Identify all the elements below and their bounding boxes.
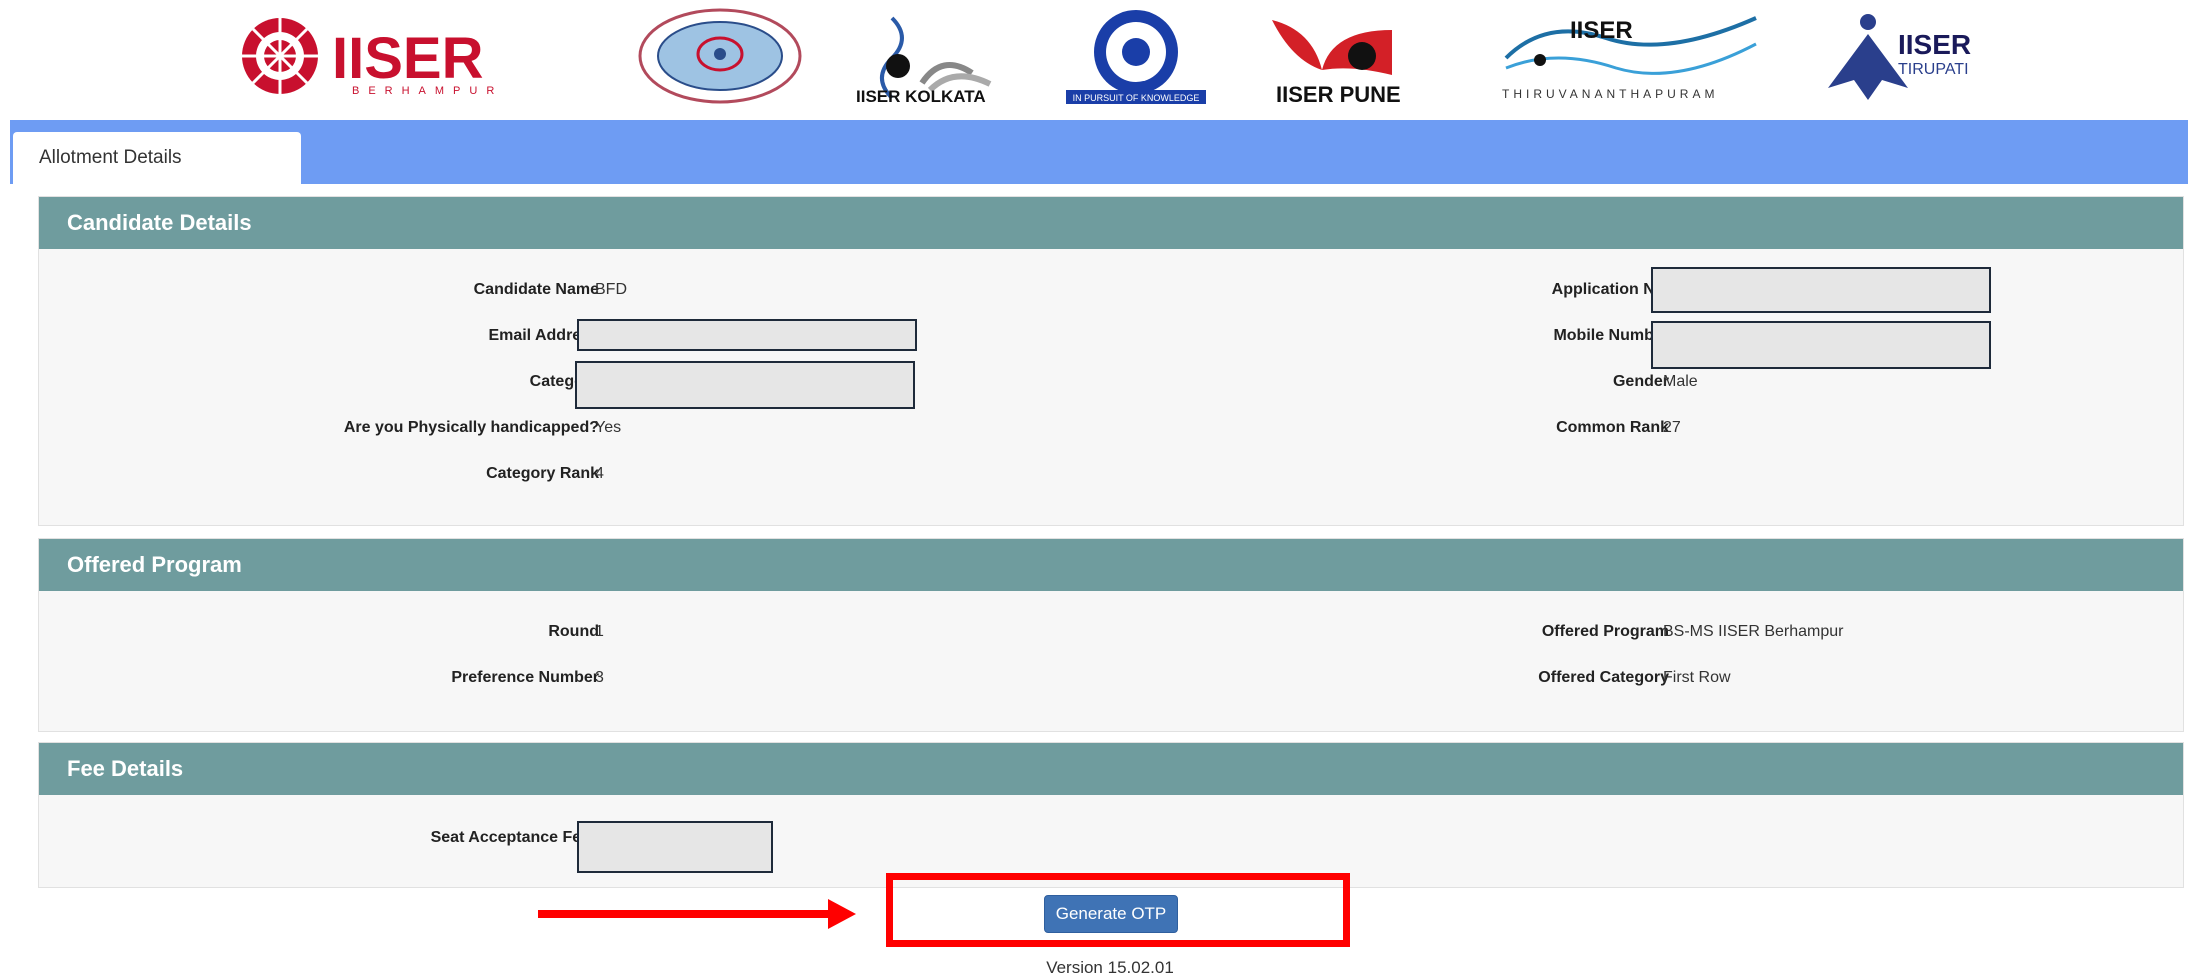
iiser-bhopal-logo bbox=[636, 8, 804, 104]
category-field-redacted bbox=[575, 361, 915, 409]
mobile-number-field-redacted bbox=[1651, 321, 1991, 369]
mobile-number-label: Mobile Number bbox=[1553, 327, 1669, 344]
annotation-arrow-head bbox=[828, 899, 856, 929]
offered-category-value: First Row bbox=[1663, 669, 1731, 686]
physically-handicapped-value: Yes bbox=[595, 419, 622, 436]
iiser-tvm-logo-text: IISER bbox=[1570, 17, 1633, 44]
round-label: Round bbox=[548, 623, 599, 640]
common-rank-value: 27 bbox=[1663, 419, 1681, 436]
version-text: Version 15.02.01 bbox=[1046, 958, 1174, 977]
iiser-pune-logo: IISER PUNE bbox=[1262, 8, 1448, 104]
offered-category-label: Offered Category bbox=[1538, 669, 1669, 686]
institute-logos-header: IISER BERHAMPUR IISER KOLKATA IN PURSUIT bbox=[0, 0, 2188, 118]
candidate-details-heading: Candidate Details bbox=[39, 197, 2183, 249]
candidate-name-value: BFD bbox=[595, 281, 627, 298]
iiser-kolkata-logo: IISER KOLKATA bbox=[852, 8, 1008, 104]
iiser-berhampur-logo-text: IISER bbox=[332, 26, 484, 91]
iiser-tvm-logo-sub: THIRUVANANTHAPURAM bbox=[1502, 87, 1718, 101]
category-label: Category bbox=[529, 373, 599, 390]
annotation-arrow-line bbox=[538, 910, 838, 918]
iiser-kolkata-logo-text: IISER KOLKATA bbox=[856, 87, 986, 104]
iiser-tirupati-logo-text: IISER bbox=[1898, 29, 1971, 60]
offered-program-label: Offered Program bbox=[1541, 623, 1669, 640]
gender-value: Male bbox=[1663, 373, 1698, 390]
generate-otp-button[interactable]: Generate OTP bbox=[1044, 895, 1178, 933]
common-rank-label: Common Rank bbox=[1556, 419, 1669, 436]
iiser-mohali-logo: IN PURSUIT OF KNOWLEDGE bbox=[1062, 8, 1210, 104]
physically-handicapped-label: Are you Physically handicapped? bbox=[343, 419, 599, 436]
offered-program-value: BS-MS IISER Berhampur bbox=[1663, 623, 1844, 640]
iiser-tvm-logo: IISER THIRUVANANTHAPURAM bbox=[1500, 8, 1762, 104]
preference-number-label: Preference Number bbox=[451, 669, 599, 686]
application-no-field-redacted bbox=[1651, 267, 1991, 313]
iiser-mohali-logo-text: IN PURSUIT OF KNOWLEDGE bbox=[1073, 93, 1200, 103]
seat-acceptance-fees-label: Seat Acceptance Fees bbox=[430, 829, 599, 846]
preference-number-value: 3 bbox=[595, 669, 604, 686]
seat-acceptance-fees-field-redacted bbox=[577, 821, 773, 873]
email-address-field-redacted bbox=[577, 319, 917, 351]
category-rank-label: Category Rank bbox=[486, 465, 599, 482]
application-no-label: Application No. bbox=[1551, 281, 1669, 298]
email-address-label: Email Address bbox=[488, 327, 599, 344]
tab-allotment-details[interactable]: Allotment Details bbox=[13, 132, 301, 184]
iiser-berhampur-logo-sub: BERHAMPUR bbox=[352, 85, 503, 97]
fee-details-heading: Fee Details bbox=[39, 743, 2183, 795]
candidate-details-panel: Candidate Details Candidate Name BFD Ema… bbox=[38, 196, 2184, 526]
offered-program-panel: Offered Program Round 1 Preference Numbe… bbox=[38, 538, 2184, 732]
gender-label: Gender bbox=[1612, 373, 1669, 390]
candidate-name-label: Candidate Name bbox=[473, 281, 599, 298]
tab-bar: Allotment Details bbox=[10, 120, 2188, 184]
fee-details-panel: Fee Details Seat Acceptance Fees bbox=[38, 742, 2184, 888]
iiser-pune-logo-text: IISER PUNE bbox=[1276, 82, 1401, 104]
iiser-berhampur-logo: IISER BERHAMPUR bbox=[222, 8, 582, 104]
offered-program-heading: Offered Program bbox=[39, 539, 2183, 591]
iiser-tirupati-logo: IISER TIRUPATI bbox=[1812, 8, 2012, 104]
iiser-tirupati-logo-sub: TIRUPATI bbox=[1898, 61, 1969, 78]
round-value: 1 bbox=[595, 623, 604, 640]
category-rank-value: 4 bbox=[595, 465, 604, 482]
